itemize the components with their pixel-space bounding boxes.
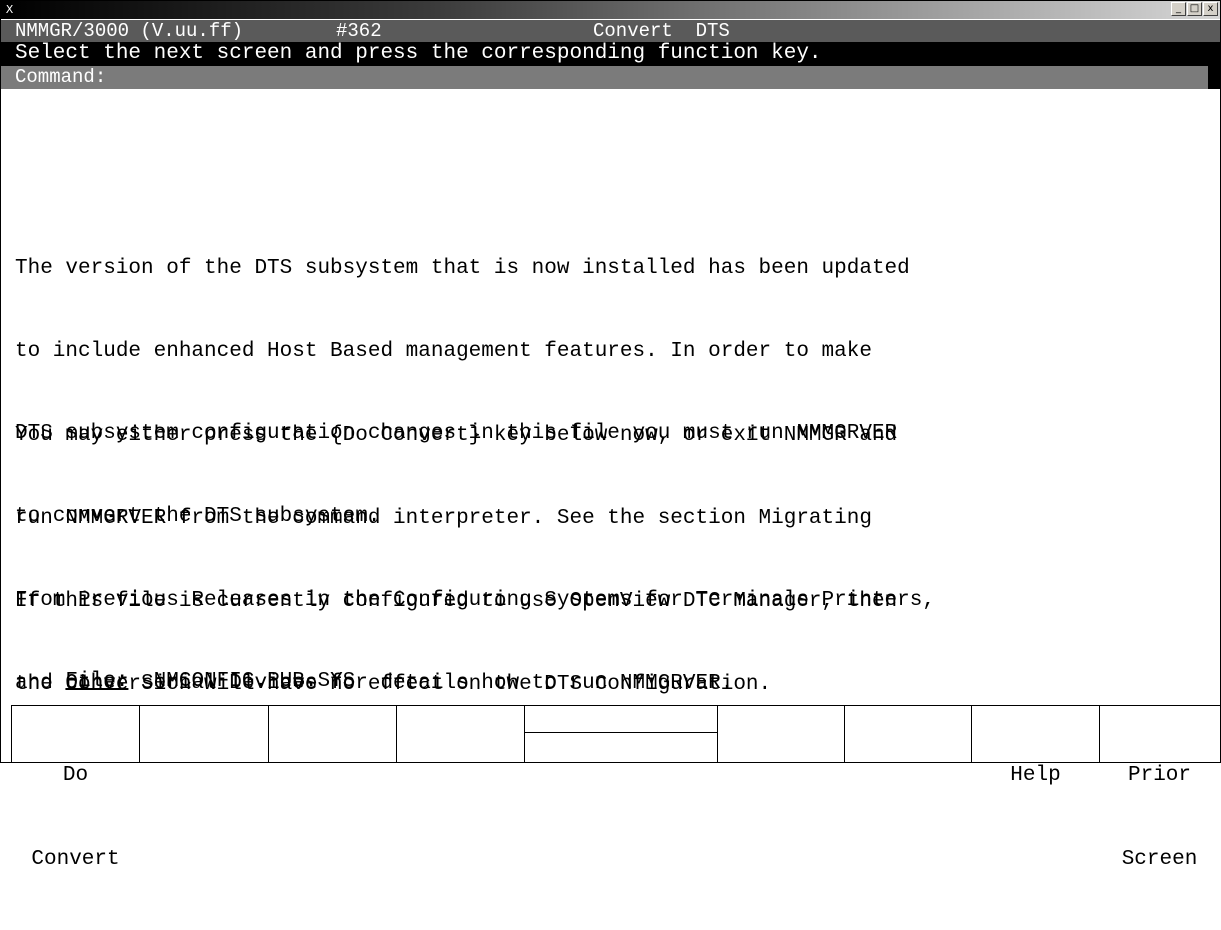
f1-do-convert-key[interactable]: Do Convert: [11, 706, 139, 871]
file-value: NMCONFIG.PUB.SYS: [153, 670, 356, 693]
f5-key[interactable]: [717, 706, 844, 763]
minimize-icon[interactable]: _: [1171, 2, 1186, 16]
terminal-window: X _ □ x NMMGR/3000 (V.uu.ff) #362 Conver…: [0, 0, 1221, 871]
x-app-icon[interactable]: X: [3, 3, 16, 16]
separator-line: [525, 732, 717, 733]
instruction-line: Select the next screen and press the cor…: [1, 42, 1220, 66]
text-line: You may either press the {Do Convert} ke…: [15, 424, 898, 447]
command-input[interactable]: [106, 66, 1166, 86]
f6-key[interactable]: [844, 706, 971, 763]
f2-key[interactable]: [139, 706, 268, 763]
text-line: The version of the DTS subsystem that is…: [15, 257, 910, 280]
window-titlebar: X _ □ x: [1, 1, 1220, 19]
text-line: If this file is currently configured to …: [15, 590, 898, 613]
window-controls: _ □ x: [1170, 2, 1218, 16]
text-line: run NMMGRVER from the command interprete…: [15, 506, 872, 530]
f4-key[interactable]: [396, 706, 524, 763]
text-line: to include enhanced Host Based managemen…: [15, 339, 872, 363]
screen-number: #362: [336, 20, 382, 42]
maximize-icon[interactable]: □: [1187, 2, 1202, 16]
cursor-block: [1208, 66, 1220, 89]
f3-key[interactable]: [268, 706, 396, 763]
function-key-bar: Do Convert Help Prior Screen: [11, 705, 1220, 871]
close-icon[interactable]: x: [1203, 2, 1218, 16]
screen-header: NMMGR/3000 (V.uu.ff) #362 Convert DTS: [1, 20, 1220, 42]
f8-prior-screen-key[interactable]: Prior Screen: [1099, 706, 1219, 871]
program-version: NMMGR/3000 (V.uu.ff): [15, 20, 244, 42]
key-group-separator: [524, 706, 717, 763]
f7-help-key[interactable]: Help: [971, 706, 1099, 787]
screen-title: Convert DTS: [593, 20, 730, 42]
command-line: Command:: [1, 66, 1220, 89]
command-label: Command:: [15, 66, 107, 88]
file-label: File:: [65, 670, 129, 693]
